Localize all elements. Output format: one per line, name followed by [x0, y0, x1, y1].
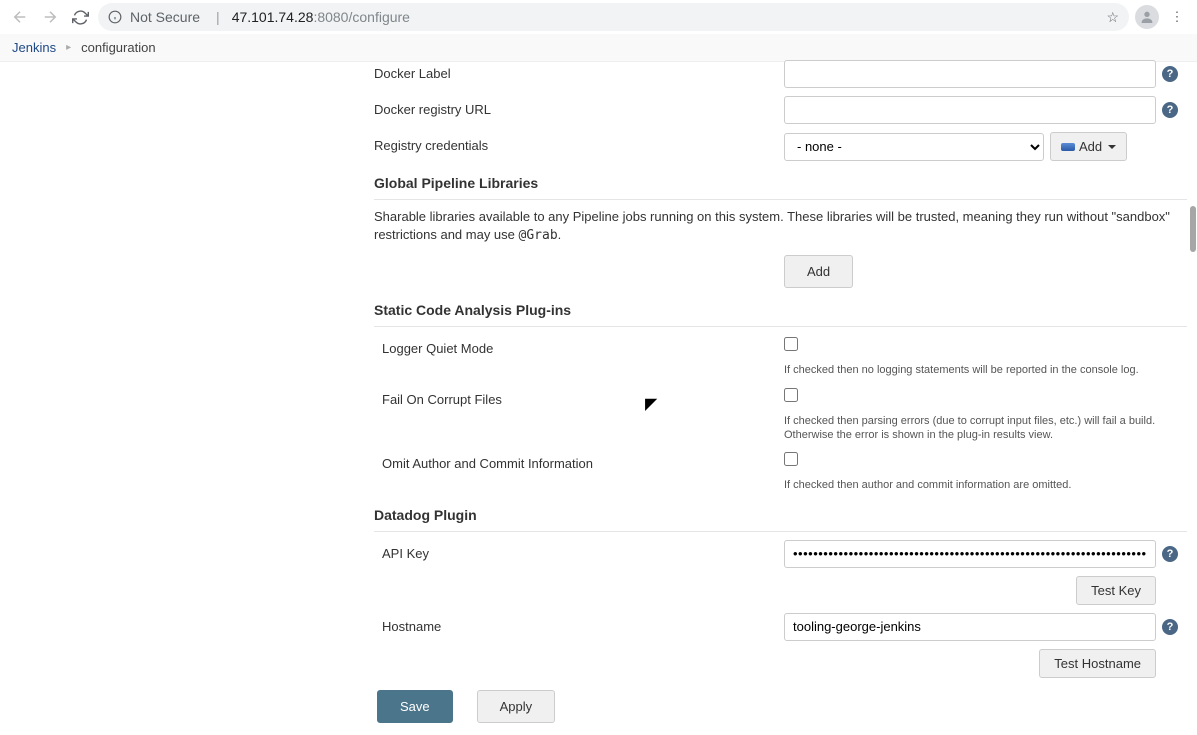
registry-creds-select[interactable]: - none - [784, 133, 1044, 161]
url-text: 47.101.74.28:8080/configure [232, 9, 410, 25]
help-icon[interactable]: ? [1162, 66, 1178, 82]
omit-author-checkbox[interactable] [784, 452, 798, 466]
hostname-input[interactable] [784, 613, 1156, 641]
omit-author-label: Omit Author and Commit Information [374, 450, 784, 471]
pipeline-add-row: Add [374, 255, 1187, 288]
api-key-row: API Key ? [374, 540, 1187, 568]
section-analysis-title: Static Code Analysis Plug-ins [374, 302, 1187, 318]
security-status: Not Secure [130, 9, 200, 25]
star-icon[interactable]: ☆ [1106, 9, 1119, 26]
help-icon[interactable]: ? [1162, 546, 1178, 562]
docker-registry-row: Docker registry URL ? [374, 96, 1187, 124]
divider [374, 531, 1187, 532]
config-form: Docker Label ? Docker registry URL ? Reg… [374, 60, 1187, 686]
docker-registry-label: Docker registry URL [374, 96, 784, 117]
docker-label-input[interactable] [784, 60, 1156, 88]
chevron-right-icon: ▸ [66, 42, 71, 53]
logger-quiet-checkbox[interactable] [784, 337, 798, 351]
fail-corrupt-help: If checked then parsing errors (due to c… [784, 414, 1164, 443]
fail-corrupt-label: Fail On Corrupt Files [374, 386, 784, 407]
omit-author-row: Omit Author and Commit Information If ch… [374, 450, 1187, 492]
docker-label-label: Docker Label [374, 60, 784, 81]
apply-button[interactable]: Apply [477, 690, 556, 723]
footer-actions: Save Apply [377, 690, 555, 723]
hostname-label: Hostname [374, 613, 784, 634]
section-pipeline-title: Global Pipeline Libraries [374, 175, 1187, 191]
pipeline-add-button[interactable]: Add [784, 255, 853, 288]
help-icon[interactable]: ? [1162, 102, 1178, 118]
test-key-button[interactable]: Test Key [1076, 576, 1156, 605]
divider [374, 199, 1187, 200]
forward-icon[interactable] [38, 5, 62, 29]
browser-toolbar: Not Secure | 47.101.74.28:8080/configure… [0, 0, 1197, 34]
profile-avatar[interactable] [1135, 5, 1159, 29]
logger-quiet-row: Logger Quiet Mode If checked then no log… [374, 335, 1187, 377]
breadcrumb-config: configuration [81, 40, 155, 55]
api-key-label: API Key [374, 540, 784, 561]
logger-quiet-help: If checked then no logging statements wi… [784, 363, 1164, 377]
pipeline-description: Sharable libraries available to any Pipe… [374, 208, 1187, 245]
menu-icon[interactable]: ⋮ [1165, 5, 1189, 29]
registry-creds-label: Registry credentials [374, 132, 784, 153]
info-icon [108, 10, 122, 24]
divider [374, 326, 1187, 327]
separator: | [216, 9, 220, 25]
scrollbar-thumb[interactable] [1190, 206, 1196, 252]
chevron-down-icon [1108, 145, 1116, 149]
fail-corrupt-row: Fail On Corrupt Files If checked then pa… [374, 386, 1187, 443]
docker-registry-input[interactable] [784, 96, 1156, 124]
help-icon[interactable]: ? [1162, 619, 1178, 635]
reload-icon[interactable] [68, 5, 92, 29]
docker-label-row: Docker Label ? [374, 60, 1187, 88]
breadcrumb: Jenkins ▸ configuration [0, 34, 1197, 62]
section-datadog-title: Datadog Plugin [374, 507, 1187, 523]
test-hostname-button[interactable]: Test Hostname [1039, 649, 1156, 678]
breadcrumb-jenkins[interactable]: Jenkins [12, 40, 56, 55]
add-credentials-button[interactable]: Add [1050, 132, 1127, 161]
hostname-row: Hostname ? [374, 613, 1187, 641]
api-key-input[interactable] [784, 540, 1156, 568]
logger-quiet-label: Logger Quiet Mode [374, 335, 784, 356]
registry-creds-row: Registry credentials - none - Add [374, 132, 1187, 161]
key-icon [1061, 143, 1075, 151]
save-button[interactable]: Save [377, 690, 453, 723]
fail-corrupt-checkbox[interactable] [784, 388, 798, 402]
back-icon[interactable] [8, 5, 32, 29]
omit-author-help: If checked then author and commit inform… [784, 478, 1164, 492]
address-bar[interactable]: Not Secure | 47.101.74.28:8080/configure… [98, 3, 1129, 31]
